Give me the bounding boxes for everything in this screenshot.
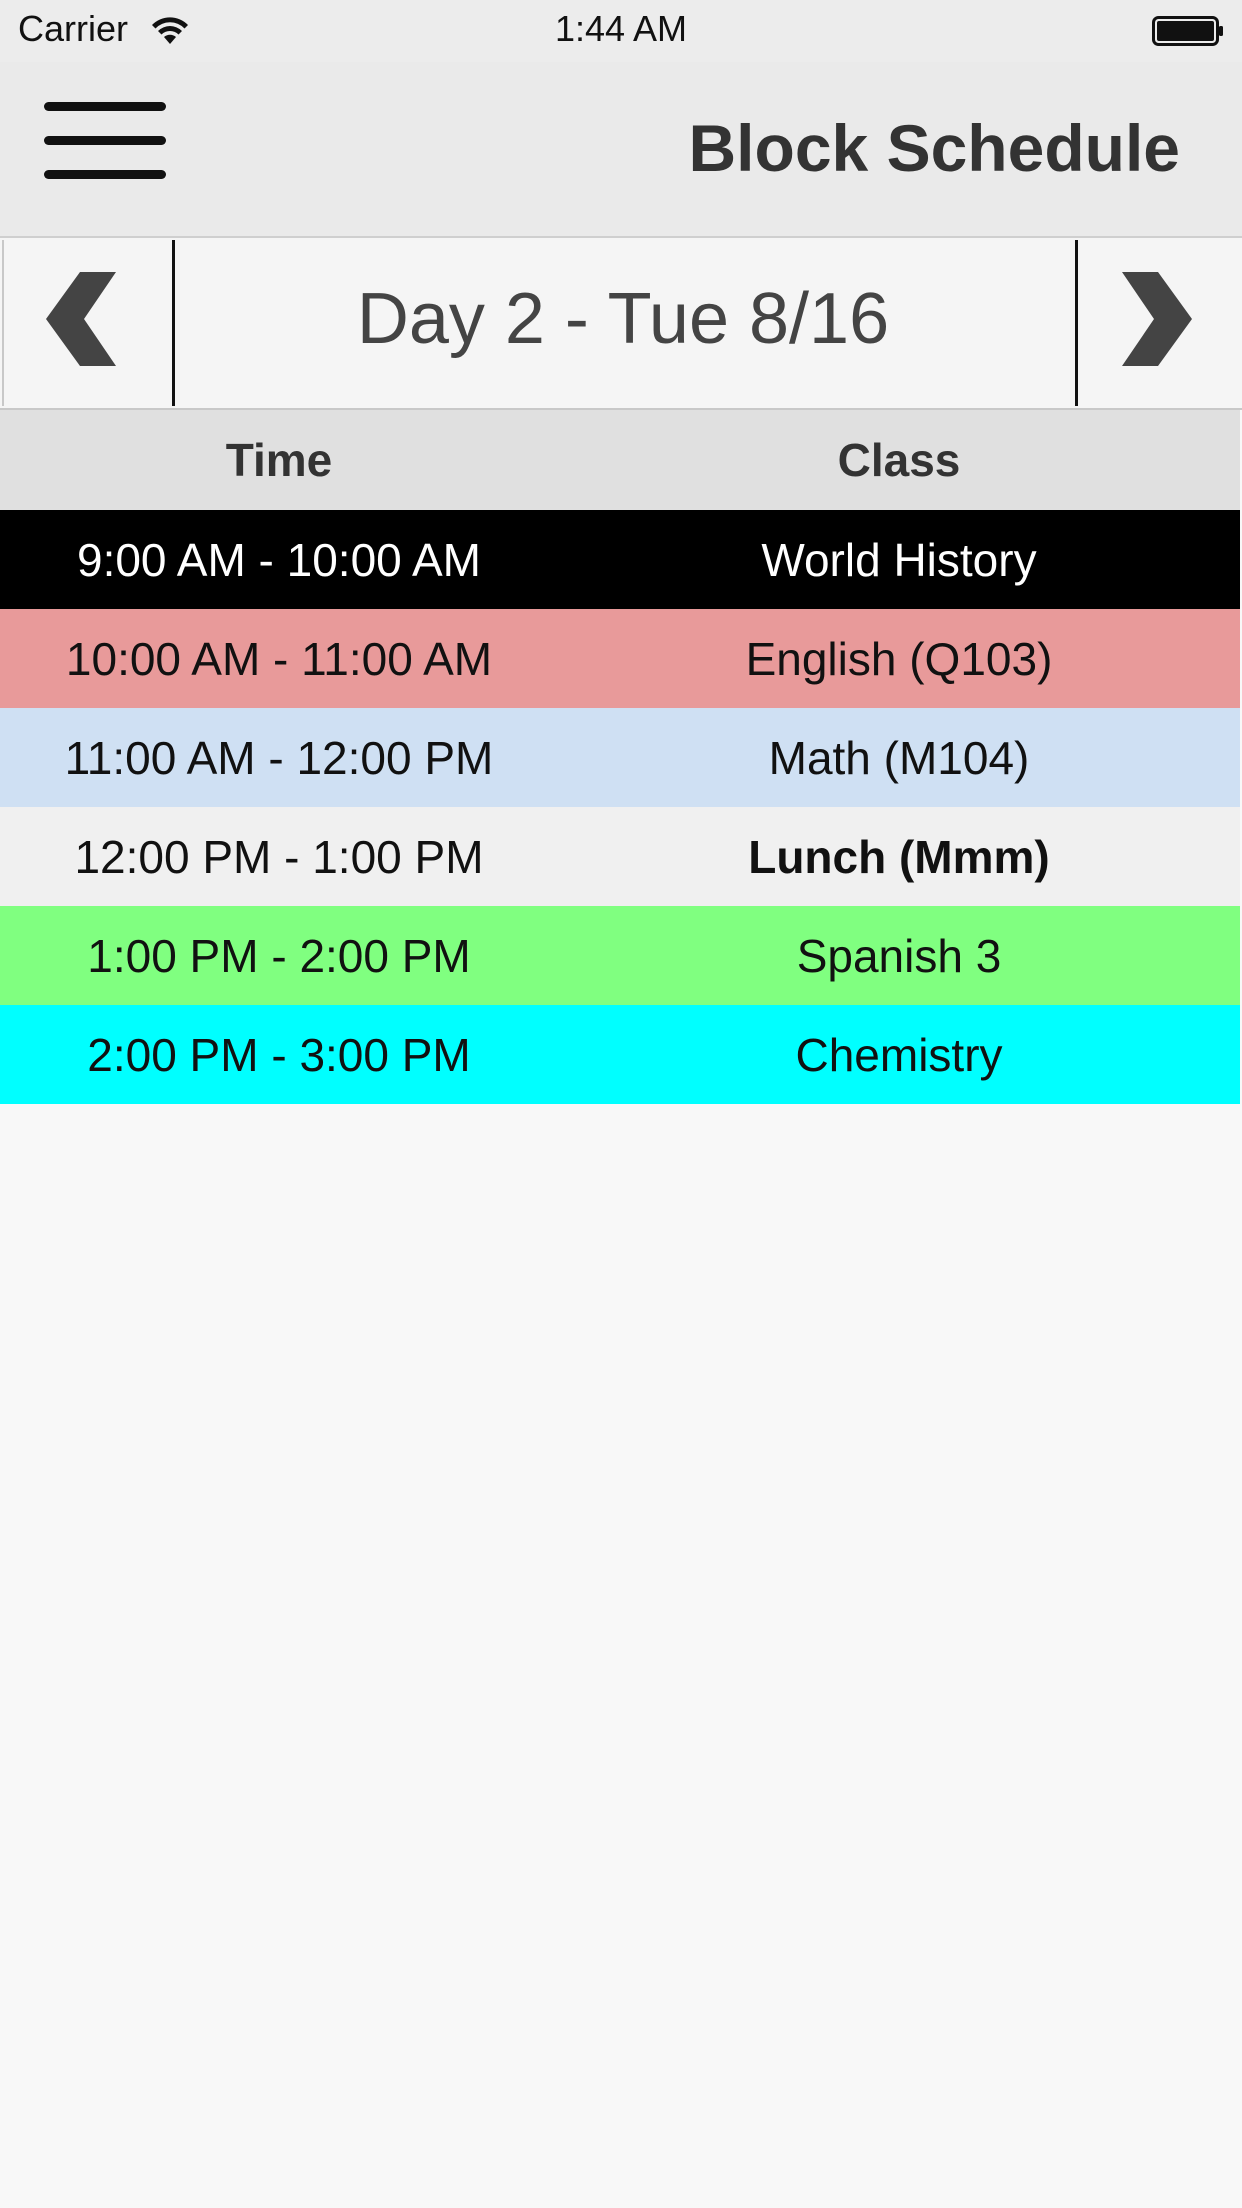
schedule-row[interactable]: 9:00 AM - 10:00 AM World History <box>0 510 1240 609</box>
chevron-right-icon <box>1122 272 1192 366</box>
schedule-row[interactable]: 1:00 PM - 2:00 PM Spanish 3 <box>0 906 1240 1005</box>
time-cell: 12:00 PM - 1:00 PM <box>74 830 484 883</box>
schedule-row[interactable]: 10:00 AM - 11:00 AM English (Q103) <box>0 609 1240 708</box>
time-cell: 9:00 AM - 10:00 AM <box>76 533 481 586</box>
page-title: Block Schedule <box>688 111 1181 185</box>
schedule-row[interactable]: 11:00 AM - 12:00 PM Math (M104) <box>0 708 1240 807</box>
time-cell: 1:00 PM - 2:00 PM <box>87 929 471 982</box>
time-column-header: Time <box>225 434 333 486</box>
class-cell: English (Q103) <box>745 632 1053 685</box>
nav-bar: Block Schedule <box>0 62 1242 238</box>
next-day-button[interactable] <box>1075 240 1242 406</box>
schedule-row[interactable]: 12:00 PM - 1:00 PM Lunch (Mmm) <box>0 807 1240 906</box>
class-cell: World History <box>761 533 1037 586</box>
hamburger-menu-icon[interactable] <box>44 102 166 180</box>
battery-icon <box>1152 16 1223 46</box>
class-cell: Spanish 3 <box>796 929 1002 982</box>
class-cell: Math (M104) <box>768 731 1030 784</box>
previous-day-button[interactable] <box>2 240 175 406</box>
time-cell: 10:00 AM - 11:00 AM <box>65 632 493 685</box>
day-label: Day 2 - Tue 8/16 <box>356 279 890 359</box>
day-navigator: Day 2 - Tue 8/16 <box>0 238 1242 410</box>
status-time: 1:44 AM <box>554 8 688 49</box>
class-column-header: Class <box>837 434 961 486</box>
time-cell: 2:00 PM - 3:00 PM <box>87 1028 471 1081</box>
time-cell: 11:00 AM - 12:00 PM <box>64 731 494 784</box>
status-bar: Carrier 1:44 AM <box>0 0 1242 62</box>
class-cell: Lunch (Mmm) <box>748 830 1050 883</box>
class-cell: Chemistry <box>795 1028 1003 1081</box>
schedule-table-header: Time Class <box>0 410 1240 510</box>
schedule-row[interactable]: 2:00 PM - 3:00 PM Chemistry <box>0 1005 1240 1104</box>
chevron-left-icon <box>46 272 116 366</box>
